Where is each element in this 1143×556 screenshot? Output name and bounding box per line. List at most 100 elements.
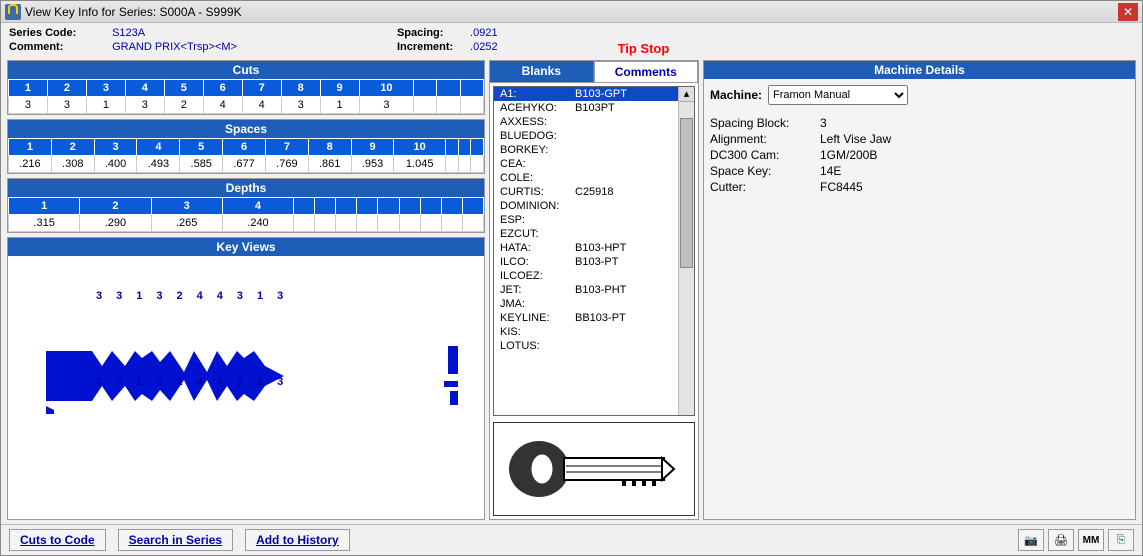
cell: [458, 156, 471, 173]
blank-row[interactable]: BLUEDOG:: [494, 129, 678, 143]
blank-row[interactable]: KIS:: [494, 325, 678, 339]
window-title: View Key Info for Series: S000A - S999K: [25, 5, 1118, 19]
cell: [378, 215, 399, 232]
machine-label: Machine:: [710, 88, 762, 102]
machine-details-header: Machine Details: [704, 61, 1135, 79]
col-header: 6: [203, 80, 242, 97]
series-code-label: Series Code:: [9, 27, 109, 39]
col-header: 10: [359, 80, 414, 97]
search-in-series-button[interactable]: Search in Series: [118, 529, 233, 551]
col-header: 4: [222, 198, 293, 215]
cut-label: 2: [177, 376, 183, 388]
blank-row[interactable]: HATA:B103-HPT: [494, 241, 678, 255]
blank-row[interactable]: JET:B103-PHT: [494, 283, 678, 297]
blank-row[interactable]: ACEHYKO:B103PT: [494, 101, 678, 115]
cell: .240: [222, 215, 293, 232]
cell: .861: [308, 156, 351, 173]
spaces-section: Spaces 12345678910.216.308.400.493.585.6…: [7, 119, 485, 174]
cut-label: 1: [257, 290, 263, 302]
blank-key: CEA:: [500, 158, 575, 170]
blank-value: B103PT: [575, 102, 615, 114]
col-header: 9: [351, 139, 394, 156]
blank-row[interactable]: ESP:: [494, 213, 678, 227]
cell: [399, 215, 420, 232]
cell: .216: [9, 156, 52, 173]
col-header: 7: [265, 139, 308, 156]
cut-label: 3: [156, 376, 162, 388]
cell: [445, 156, 458, 173]
blank-row[interactable]: CURTIS:C25918: [494, 185, 678, 199]
tab-blanks[interactable]: Blanks: [490, 61, 594, 82]
col-header: [445, 139, 458, 156]
blank-row[interactable]: ILCOEZ:: [494, 269, 678, 283]
col-header: [315, 198, 336, 215]
blank-key: DOMINION:: [500, 200, 575, 212]
blank-row[interactable]: LOTUS:: [494, 339, 678, 353]
blank-row[interactable]: ILCO:B103-PT: [494, 255, 678, 269]
machine-details-panel: Machine Details Machine: Framon Manual S…: [703, 60, 1136, 520]
blank-row[interactable]: BORKEY:: [494, 143, 678, 157]
key-view-area: 3313244313 3313244313: [8, 256, 484, 519]
increment-label: Increment:: [397, 41, 467, 53]
col-header: 7: [242, 80, 281, 97]
cell: 4: [242, 97, 281, 114]
blank-key: ESP:: [500, 214, 575, 226]
blank-key: JMA:: [500, 298, 575, 310]
col-header: 3: [86, 80, 125, 97]
cut-label: 3: [237, 290, 243, 302]
cell: .290: [80, 215, 151, 232]
cut-label: 4: [197, 290, 203, 302]
blank-row[interactable]: COLE:: [494, 171, 678, 185]
tab-comments[interactable]: Comments: [594, 61, 699, 82]
cell: .677: [223, 156, 266, 173]
blank-row[interactable]: AXXESS:: [494, 115, 678, 129]
detail-value: 1GM/200B: [820, 148, 877, 162]
blank-key: KEYLINE:: [500, 312, 575, 324]
blank-key: KIS:: [500, 326, 575, 338]
cut-label: 3: [277, 290, 283, 302]
cell: [336, 215, 357, 232]
cell: [414, 97, 437, 114]
blank-row[interactable]: EZCUT:: [494, 227, 678, 241]
blank-row[interactable]: CEA:: [494, 157, 678, 171]
machine-select[interactable]: Framon Manual: [768, 85, 908, 105]
detail-value: FC8445: [820, 180, 863, 194]
cut-label: 3: [156, 290, 162, 302]
col-header: 4: [137, 139, 180, 156]
col-header: 1: [9, 198, 80, 215]
camera-icon-button[interactable]: 📷: [1018, 529, 1044, 551]
detail-row: Cutter:FC8445: [710, 179, 1129, 195]
cut-label: 4: [217, 376, 223, 388]
col-header: [458, 139, 471, 156]
blank-row[interactable]: JMA:: [494, 297, 678, 311]
cell: [437, 97, 460, 114]
exit-icon-button[interactable]: ⎘: [1108, 529, 1134, 551]
print-icon-button[interactable]: 🖨: [1048, 529, 1074, 551]
cut-label: 1: [136, 290, 142, 302]
blank-row[interactable]: DOMINION:: [494, 199, 678, 213]
detail-key: Cutter:: [710, 180, 820, 194]
cut-label: 2: [177, 290, 183, 302]
scrollbar-thumb[interactable]: [680, 118, 693, 268]
blanks-scrollbar[interactable]: ▴: [678, 87, 694, 415]
add-to-history-button[interactable]: Add to History: [245, 529, 350, 551]
col-header: 1: [9, 139, 52, 156]
depths-header: Depths: [8, 179, 484, 197]
blanks-panel: Blanks Comments A1:B103-GPTACEHYKO:B103P…: [489, 60, 699, 520]
detail-key: Alignment:: [710, 132, 820, 146]
blank-key: ILCOEZ:: [500, 270, 575, 282]
col-header: 8: [281, 80, 320, 97]
col-header: 5: [164, 80, 203, 97]
blank-row[interactable]: KEYLINE:BB103-PT: [494, 311, 678, 325]
col-header: 2: [51, 139, 94, 156]
col-header: 4: [125, 80, 164, 97]
cuts-to-code-button[interactable]: Cuts to Code: [9, 529, 106, 551]
cuts-header: Cuts: [8, 61, 484, 79]
scroll-up-icon[interactable]: ▴: [679, 87, 694, 102]
blank-row[interactable]: A1:B103-GPT: [494, 87, 678, 101]
blanks-list[interactable]: A1:B103-GPTACEHYKO:B103PTAXXESS:BLUEDOG:…: [494, 87, 678, 415]
mm-button[interactable]: MM: [1078, 529, 1104, 551]
cell: 3: [359, 97, 414, 114]
close-button[interactable]: ✕: [1118, 3, 1138, 21]
spaces-table: 12345678910.216.308.400.493.585.677.769.…: [8, 138, 484, 173]
